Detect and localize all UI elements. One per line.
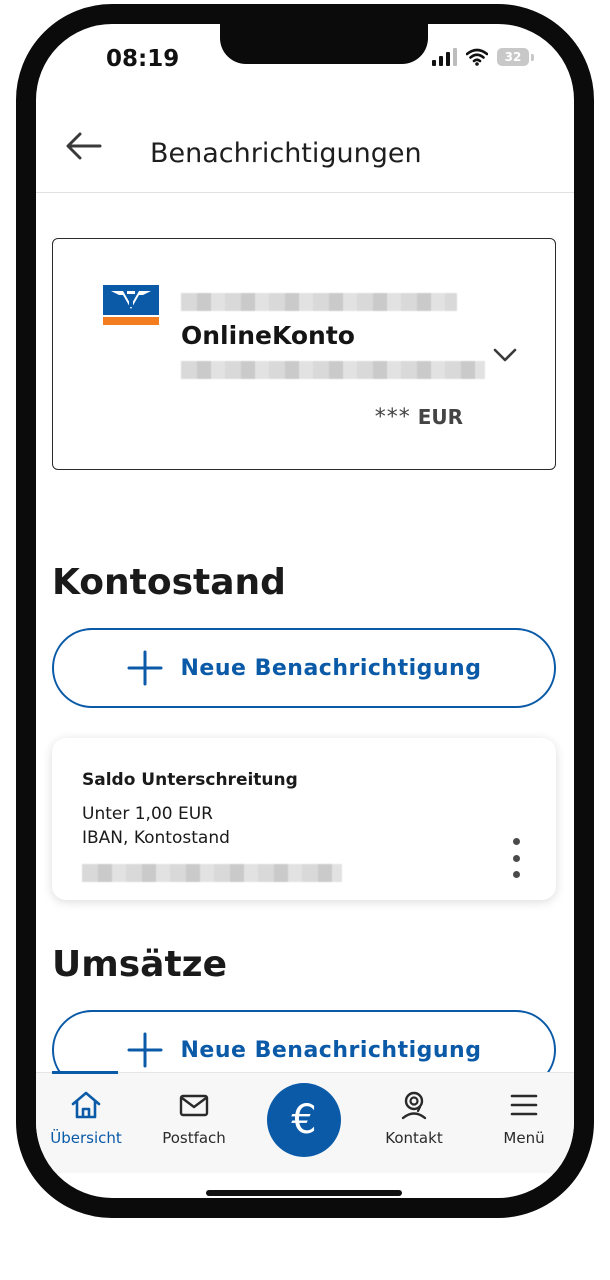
notch (220, 24, 428, 64)
back-arrow-icon[interactable] (60, 122, 108, 170)
app-bar: Benachrichtigungen (36, 100, 574, 193)
page-title: Benachrichtigungen (150, 138, 422, 169)
status-icons: 32 (432, 48, 534, 66)
home-icon (71, 1091, 101, 1119)
section-title-umsaetze: Umsätze (52, 944, 228, 985)
nav-item-kontakt[interactable]: Kontakt (364, 1087, 464, 1147)
wifi-icon (466, 48, 488, 66)
bank-logo-icon (103, 285, 159, 325)
menu-icon (510, 1094, 538, 1116)
nav-item-uebersicht[interactable]: Übersicht (36, 1087, 136, 1147)
nav-item-postfach[interactable]: Postfach (144, 1087, 244, 1147)
nav-label: Übersicht (50, 1129, 122, 1147)
battery-icon: 32 (497, 48, 529, 66)
notification-title: Saldo Unterschreitung (82, 770, 298, 790)
section-title-kontostand: Kontostand (52, 562, 286, 603)
nav-item-menue[interactable]: Menü (474, 1087, 574, 1147)
balance-currency: EUR (417, 405, 463, 429)
phone-frame: 08:19 32 Benachrichtigungen OnlineKonto (16, 4, 594, 1218)
notification-card[interactable]: Saldo Unterschreitung Unter 1,00 EUR IBA… (52, 738, 556, 900)
signal-icon (432, 48, 457, 66)
new-notification-label: Neue Benachrichtigung (180, 655, 482, 681)
nav-label: Postfach (162, 1129, 226, 1147)
new-notification-button-kontostand[interactable]: Neue Benachrichtigung (52, 628, 556, 708)
balance-masked: *** (374, 405, 411, 430)
status-time: 08:19 (106, 46, 180, 72)
contact-icon (401, 1091, 427, 1120)
euro-icon[interactable]: € (267, 1083, 341, 1157)
iban-redacted (181, 361, 485, 379)
plus-icon (127, 650, 163, 686)
home-indicator (206, 1190, 402, 1196)
notification-type: IBAN, Kontostand (82, 828, 230, 848)
nav-label: Kontakt (385, 1129, 443, 1147)
chevron-down-icon[interactable] (491, 341, 519, 369)
new-notification-label: Neue Benachrichtigung (180, 1037, 482, 1063)
account-name: OnlineKonto (181, 321, 355, 350)
notification-threshold: Unter 1,00 EUR (82, 804, 213, 824)
account-holder-redacted (181, 293, 457, 311)
notification-account-redacted (82, 864, 342, 882)
account-selector[interactable]: OnlineKonto *** EUR (52, 238, 556, 470)
more-options-icon[interactable] (506, 838, 526, 878)
active-tab-indicator (52, 1071, 118, 1074)
plus-icon (127, 1032, 163, 1068)
battery-tip (531, 53, 534, 61)
account-balance: *** EUR (375, 405, 463, 430)
mail-icon (179, 1094, 209, 1117)
bottom-navigation: Übersicht Postfach € Kontakt Menü (36, 1071, 574, 1173)
nav-label: Menü (503, 1129, 545, 1147)
